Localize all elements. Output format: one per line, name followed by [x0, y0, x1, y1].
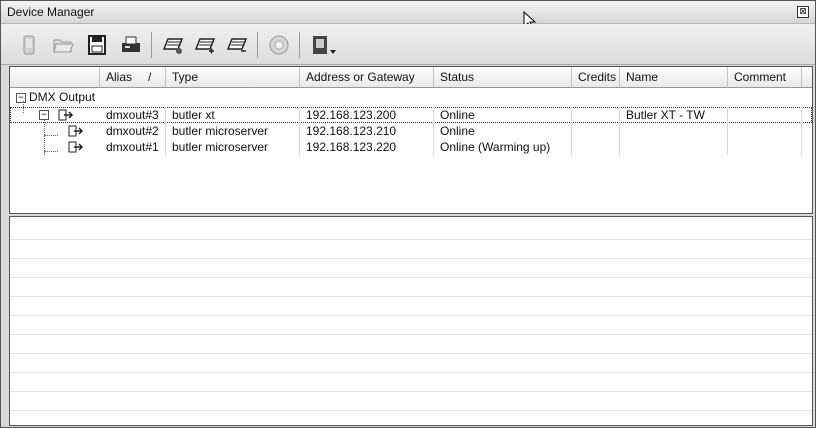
column-header-row: Alias / Type Address or Gateway Status C… — [10, 67, 812, 88]
device-output-icon — [58, 109, 74, 121]
row-divider — [10, 353, 812, 354]
row-divider — [10, 296, 812, 297]
cell-comment — [728, 139, 802, 155]
cell-alias: dmxout#1 — [100, 139, 166, 155]
cell-address: 192.168.123.220 — [300, 139, 434, 155]
cell-type: butler microserver — [166, 139, 300, 155]
column-header-tree[interactable] — [10, 67, 100, 87]
table-row[interactable]: dmxout#2 butler microserver 192.168.123.… — [10, 123, 812, 139]
cell-alias: dmxout#2 — [100, 123, 166, 139]
device-list-pane: Alias / Type Address or Gateway Status C… — [9, 66, 813, 214]
close-icon[interactable]: ⊠ — [797, 6, 809, 18]
window-title: Device Manager — [7, 5, 95, 19]
cell-type: butler xt — [166, 107, 300, 123]
toolbar-separator — [299, 32, 300, 58]
keyboard-remove-icon[interactable] — [225, 33, 249, 57]
cell-type: butler microserver — [166, 123, 300, 139]
keyboard-edit-icon[interactable] — [161, 33, 185, 57]
cell-name — [620, 123, 728, 139]
cell-credits — [572, 123, 620, 139]
group-label: DMX Output — [29, 90, 96, 104]
row-divider — [10, 334, 812, 335]
cell-alias: dmxout#3 — [100, 107, 166, 123]
device-output-icon — [68, 125, 84, 137]
dmx-dropdown-icon[interactable] — [309, 33, 339, 57]
cell-address: 192.168.123.210 — [300, 123, 434, 139]
refresh-disc-icon[interactable] — [267, 33, 291, 57]
column-header-name[interactable]: Name — [620, 67, 728, 87]
device-manager-window: Device Manager ⊠ Alias / Type Address or… — [0, 0, 816, 428]
collapse-icon[interactable]: − — [16, 92, 26, 103]
device-output-icon — [68, 141, 84, 153]
cell-comment — [728, 123, 802, 139]
table-row[interactable]: dmxout#1 butler microserver 192.168.123.… — [10, 139, 812, 155]
row-divider — [10, 391, 812, 392]
sort-indicator-icon: / — [148, 70, 152, 84]
row-divider — [10, 410, 812, 411]
save-disk-icon[interactable] — [85, 33, 109, 57]
column-header-alias[interactable]: Alias — [100, 67, 166, 87]
cell-name — [620, 139, 728, 155]
column-header-type[interactable]: Type — [166, 67, 300, 87]
keyboard-add-icon[interactable] — [193, 33, 217, 57]
toolbar — [1, 24, 815, 65]
toolbar-separator — [151, 32, 152, 58]
detail-pane — [9, 216, 813, 426]
open-folder-icon[interactable] — [51, 33, 75, 57]
toolbar-separator — [257, 32, 258, 58]
mobile-device-icon[interactable] — [17, 33, 41, 57]
cell-name: Butler XT - TW — [620, 107, 728, 123]
cell-comment — [728, 107, 802, 123]
table-row[interactable]: − dmxout#3 butler xt 192.168.123.200 Onl… — [10, 107, 812, 123]
column-header-address[interactable]: Address or Gateway — [300, 67, 434, 87]
collapse-icon[interactable]: − — [39, 110, 49, 120]
column-header-status[interactable]: Status — [434, 67, 572, 87]
cell-status: Online — [434, 107, 572, 123]
cell-status: Online — [434, 123, 572, 139]
row-divider — [10, 315, 812, 316]
group-dmx-output[interactable]: − DMX Output — [16, 89, 95, 105]
cell-credits — [572, 139, 620, 155]
cell-address: 192.168.123.200 — [300, 107, 434, 123]
cell-status: Online (Warming up) — [434, 139, 572, 155]
column-header-comment[interactable]: Comment — [728, 67, 802, 87]
column-header-credits[interactable]: Credits — [572, 67, 620, 87]
row-divider — [10, 258, 812, 259]
cell-credits — [572, 107, 620, 123]
row-divider — [10, 239, 812, 240]
title-bar: Device Manager ⊠ — [1, 1, 815, 31]
fax-icon[interactable] — [119, 33, 143, 57]
row-divider — [10, 372, 812, 373]
row-divider — [10, 277, 812, 278]
